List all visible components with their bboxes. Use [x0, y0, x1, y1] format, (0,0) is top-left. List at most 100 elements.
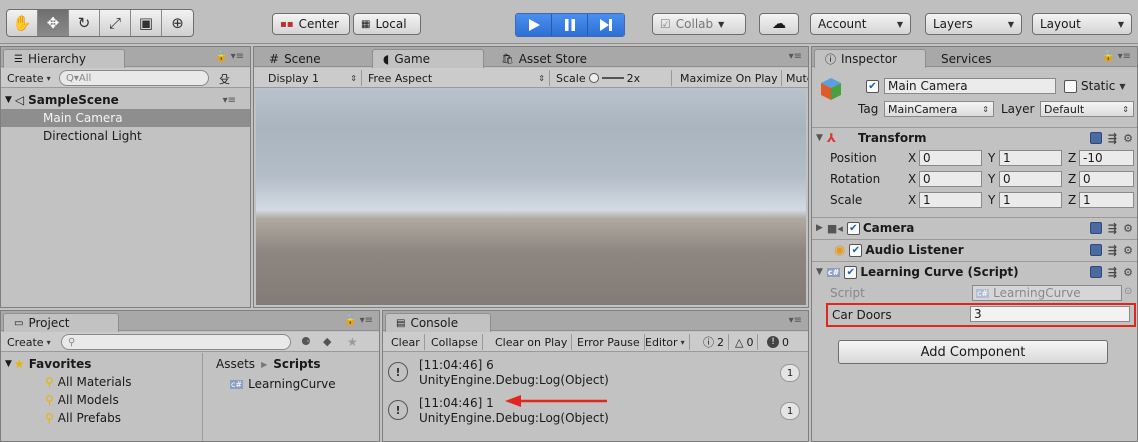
camera-enabled-checkbox[interactable]: ✔ [846, 221, 860, 235]
object-picker-icon[interactable]: ⊙ [1124, 286, 1132, 297]
panel-menu-icon[interactable]: ▾≡ [789, 51, 802, 62]
tab-scene[interactable]: # Scene [258, 49, 366, 68]
breadcrumb-assets[interactable]: Assets [216, 357, 255, 371]
maximize-on-play-toggle[interactable]: Maximize On Play [676, 70, 782, 86]
preset-icon[interactable]: ⇶ [1108, 132, 1117, 145]
slider-knob-icon[interactable] [588, 73, 599, 83]
play-button[interactable] [516, 14, 552, 36]
scale-slider[interactable]: Scale 2x [552, 70, 672, 86]
aspect-dropdown[interactable]: Free Aspect ⇕ [364, 70, 550, 86]
gear-icon[interactable]: ⚙ [1123, 132, 1133, 145]
transform-tool-icon[interactable]: ⊕ [162, 10, 193, 36]
tab-hierarchy[interactable]: ☰ Hierarchy [3, 49, 125, 68]
gear-icon[interactable]: ⚙ [1123, 244, 1133, 257]
clear-on-play-toggle[interactable]: Clear on Play [491, 334, 573, 350]
project-search-input[interactable]: ⚲ [61, 334, 291, 350]
warning-filter-toggle[interactable]: △ 0 [731, 334, 759, 350]
hierarchy-item-main-camera[interactable]: Main Camera [1, 109, 250, 127]
scene-row[interactable]: ▼ ◁ SampleScene ▾≡ [1, 91, 250, 109]
clear-button[interactable]: Clear [387, 334, 425, 350]
position-x-field[interactable]: 0 [919, 150, 982, 166]
collapse-toggle[interactable]: Collapse [427, 334, 483, 350]
favorites-row[interactable]: ▼ ★ Favorites [1, 355, 202, 373]
tab-inspector[interactable]: ⓘ Inspector [814, 49, 926, 68]
static-toggle[interactable]: Static ▼ [1064, 79, 1125, 93]
help-book-icon[interactable] [1089, 131, 1102, 144]
scale-y-field[interactable]: 1 [999, 192, 1062, 208]
tag-dropdown[interactable]: MainCamera ⇕ [884, 101, 994, 117]
scene-menu-icon[interactable]: ▾≡ [223, 95, 236, 106]
rotation-y-field[interactable]: 0 [999, 171, 1062, 187]
pause-button[interactable] [552, 14, 588, 36]
position-y-field[interactable]: 1 [999, 150, 1062, 166]
pivot-center-button[interactable]: ▪▪ Center [272, 13, 350, 35]
static-checkbox[interactable] [1064, 79, 1077, 93]
audio-listener-enabled-checkbox[interactable]: ✔ [849, 243, 863, 257]
rect-tool-icon[interactable]: ▣ [131, 10, 162, 36]
error-filter-toggle[interactable]: ! 0 [763, 334, 793, 350]
game-viewport[interactable] [256, 89, 806, 305]
help-book-icon[interactable] [1089, 265, 1102, 278]
rotation-x-field[interactable]: 0 [919, 171, 982, 187]
filter-icon[interactable]: ⽎ [219, 71, 230, 87]
hand-tool-icon[interactable]: ✋ [7, 10, 38, 36]
position-z-field[interactable]: -10 [1079, 150, 1134, 166]
camera-header[interactable]: ▶ ■◂ ✔ Camera ⇶ ⚙ [812, 217, 1137, 238]
car-doors-field[interactable]: 3 [970, 306, 1130, 322]
help-book-icon[interactable] [1089, 221, 1102, 234]
rotate-tool-icon[interactable]: ↻ [69, 10, 100, 36]
preset-icon[interactable]: ⇶ [1108, 244, 1117, 257]
editor-dropdown[interactable]: Editor ▾ [641, 334, 690, 350]
tab-services[interactable]: Services [930, 49, 1010, 68]
move-tool-icon[interactable]: ✥ [38, 10, 69, 36]
tab-asset-store[interactable]: 🛍 Asset Store [490, 49, 630, 68]
active-checkbox[interactable]: ✔ [866, 80, 879, 93]
filter-by-label-icon[interactable]: ◆ [323, 335, 331, 348]
info-filter-toggle[interactable]: ⓘ 2 [699, 334, 729, 350]
step-button[interactable] [588, 14, 624, 36]
create-dropdown[interactable]: Create ▾ [3, 70, 55, 86]
scale-tool-icon[interactable]: ⤢ [100, 10, 131, 36]
collab-button[interactable]: ☑ Collab ▼ [652, 13, 746, 35]
tab-console[interactable]: ▤ Console [385, 313, 491, 332]
tab-project[interactable]: ▭ Project [3, 313, 119, 332]
favorite-star-icon[interactable]: ★ [347, 335, 358, 349]
rotation-z-field[interactable]: 0 [1079, 171, 1134, 187]
learning-curve-enabled-checkbox[interactable]: ✔ [844, 265, 858, 279]
gear-icon[interactable]: ⚙ [1123, 222, 1133, 235]
account-dropdown[interactable]: Account ▼ [810, 13, 911, 35]
preset-icon[interactable]: ⇶ [1108, 222, 1117, 235]
favorite-item[interactable]: ⚲ All Prefabs [1, 409, 202, 427]
mute-toggle[interactable]: Mute [782, 70, 808, 86]
search-input[interactable]: Q▾All [59, 70, 209, 86]
learning-curve-header[interactable]: ▼ c# ✔ Learning Curve (Script) ⇶ ⚙ [812, 261, 1137, 282]
error-pause-toggle[interactable]: Error Pause [573, 334, 645, 350]
object-name-field[interactable]: Main Camera [884, 78, 1056, 94]
panel-menu-icon[interactable]: 🔒 ▾≡ [215, 51, 244, 62]
tab-game[interactable]: ◖ Game [372, 49, 484, 68]
panel-menu-icon[interactable]: 🔒 ▾≡ [1102, 51, 1131, 62]
transform-header[interactable]: ▼ ⅄ Transform ⇶ ⚙ [812, 127, 1137, 148]
gear-icon[interactable]: ⚙ [1123, 266, 1133, 279]
cloud-button[interactable]: ☁ [759, 13, 799, 35]
hierarchy-item-directional-light[interactable]: Directional Light [1, 127, 250, 145]
layers-dropdown[interactable]: Layers ▼ [925, 13, 1022, 35]
preset-icon[interactable]: ⇶ [1108, 266, 1117, 279]
console-entry[interactable]: ! [11:04:46] 6 UnityEngine.Debug:Log(Obj… [383, 355, 808, 391]
panel-menu-icon[interactable]: ▾≡ [789, 315, 802, 326]
breadcrumb-scripts[interactable]: Scripts [273, 357, 320, 371]
panel-menu-icon[interactable]: 🔒 ▾≡ [344, 315, 373, 326]
filter-by-type-icon[interactable]: ⚈ [301, 335, 311, 348]
audio-listener-header[interactable]: ◉ ✔ Audio Listener ⇶ ⚙ [812, 239, 1137, 260]
file-item-learning-curve[interactable]: c# LearningCurve [204, 375, 379, 393]
pivot-space-button[interactable]: ▦ Local [353, 13, 421, 35]
favorite-item[interactable]: ⚲ All Models [1, 391, 202, 409]
scale-x-field[interactable]: 1 [919, 192, 982, 208]
scale-z-field[interactable]: 1 [1079, 192, 1134, 208]
create-dropdown[interactable]: Create ▾ [3, 334, 55, 350]
add-component-button[interactable]: Add Component [838, 340, 1108, 364]
layout-dropdown[interactable]: Layout ▼ [1032, 13, 1132, 35]
favorite-item[interactable]: ⚲ All Materials [1, 373, 202, 391]
layer-dropdown[interactable]: Default ⇕ [1040, 101, 1134, 117]
help-book-icon[interactable] [1089, 243, 1102, 256]
